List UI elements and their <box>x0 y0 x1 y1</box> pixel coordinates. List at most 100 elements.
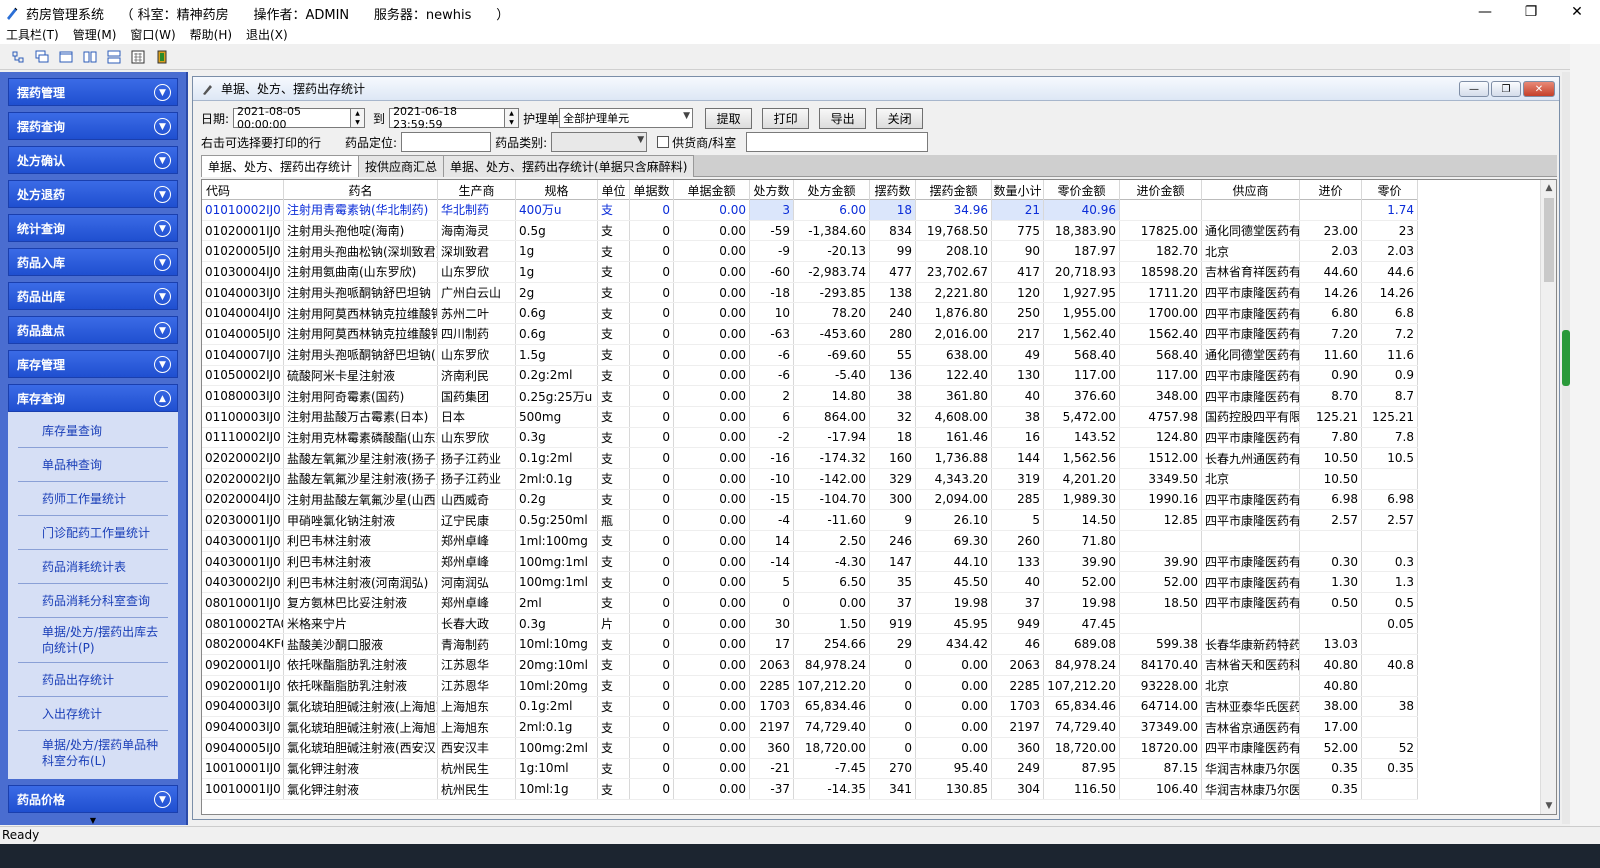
table-row[interactable]: 01010002IJ0 注射用青霉素钠(华北制药) 华北制药 400万u 支 0 0.00 3… <box>202 200 1418 221</box>
close-button[interactable]: ✕ <box>1554 0 1600 24</box>
table-row[interactable]: 01030004IJ0 注射用氨曲南(山东罗欣) 山东罗欣 1g 支 0 0.00 -60 -2… <box>202 262 1418 283</box>
sidebar-group-drug-in[interactable]: 药品入库 ▼ <box>8 248 178 276</box>
drug-locate-input[interactable] <box>401 132 492 152</box>
table-row[interactable]: 02020002IJ0 盐酸左氧氟沙星注射液(扬子) 扬子江药业 2ml:0.1g 支 0… <box>202 468 1418 490</box>
column-header[interactable]: 处方金额 <box>794 180 870 200</box>
sidebar-group-stat-query[interactable]: 统计查询 ▼ <box>8 214 178 242</box>
column-header[interactable]: 进价 <box>1300 180 1362 200</box>
table-row[interactable]: 01110002IJ0 注射用克林霉素磷酸酯(山东罗 山东罗欣 0.3g 支 0 0.00-… <box>202 427 1418 449</box>
column-header[interactable]: 摆药金额 <box>916 180 992 200</box>
menu-help[interactable]: 帮助(H) <box>190 26 232 43</box>
export-button[interactable]: 导出 <box>819 107 867 129</box>
scroll-thumb[interactable] <box>1544 198 1554 282</box>
table-row[interactable]: 01020005IJ0 注射用头孢曲松钠(深圳致君) 深圳致君 1g 支 0 0.00 -9-… <box>202 241 1418 263</box>
column-header[interactable]: 供应商 <box>1202 180 1300 200</box>
table-row[interactable]: 02020002IJ0 盐酸左氧氟沙星注射液(扬子) 扬子江药业 0.1g:2ml 支 0… <box>202 448 1418 469</box>
column-header[interactable]: 单据金额 <box>674 180 750 200</box>
column-header[interactable]: 数量小计 <box>992 180 1044 200</box>
table-row[interactable]: 09040003IJ0 氯化琥珀胆碱注射液(上海旭东 上海旭东 0.1g:2ml 支 0 0… <box>202 696 1418 718</box>
column-header[interactable]: 生产商 <box>438 180 516 200</box>
column-header[interactable]: 处方数 <box>750 180 794 200</box>
sidebar-item-dept-distribution[interactable]: 单据/处方/摆药单品种科室分布(L) <box>18 731 168 775</box>
date-to-input[interactable]: 2021-06-18 23:59:59 <box>389 105 506 131</box>
sidebar-group-prescription-confirm[interactable]: 处方确认 ▼ <box>8 146 178 174</box>
menu-window[interactable]: 窗口(W) <box>130 26 175 43</box>
child-restore-button[interactable]: ❐ <box>1491 81 1521 97</box>
date-from-input[interactable]: 2021-08-05 00:00:00 <box>233 105 352 131</box>
sidebar-item-consumption[interactable]: 药品消耗统计表 <box>18 550 168 584</box>
scroll-up-icon[interactable]: ▲ <box>1541 180 1556 196</box>
table-row[interactable]: 09020001IJ0 依托咪酯脂肪乳注射液 江苏恩华 10ml:20mg 支 0 0.00… <box>202 675 1418 697</box>
table-row[interactable]: 02020004IJ0 注射用盐酸左氧氟沙星(山西 山西威奇 0.2g 支 0 0.00 -1… <box>202 489 1418 511</box>
sidebar-group-prescription-return[interactable]: 处方退药 ▼ <box>8 180 178 208</box>
sidebar-item-single-drug[interactable]: 单品种查询 <box>18 448 168 482</box>
print-button[interactable]: 打印 <box>762 107 810 129</box>
date-from-spinner[interactable]: ▲ ▼ <box>351 108 366 128</box>
window-icon[interactable] <box>56 47 76 67</box>
sidebar-item-consumption-dept[interactable]: 药品消耗分科室查询 <box>18 584 168 618</box>
child-close-button[interactable]: ✕ <box>1523 81 1555 97</box>
table-row[interactable]: 04030001IJ0 利巴韦林注射液 郑州卓峰 100mg:1ml 支 0 0.00 -14… <box>202 551 1418 573</box>
table-row[interactable]: 09020001IJ0 依托咪酯脂肪乳注射液 江苏恩华 20mg:10ml 支 0 0.00… <box>202 655 1418 676</box>
calculator-icon[interactable] <box>128 47 148 67</box>
table-row[interactable]: 09040005IJ0 氯化琥珀胆碱注射液(西安汉 西安汉丰 100mg:2ml 支 0 0… <box>202 737 1418 759</box>
column-header[interactable]: 单据数 <box>630 180 674 200</box>
minimize-button[interactable]: — <box>1462 0 1508 24</box>
drug-category-select[interactable]: ▼ <box>551 132 648 152</box>
column-header[interactable]: 药名 <box>284 180 438 200</box>
table-row[interactable]: 04030002IJ0 利巴韦林注射液(河南润弘) 河南润弘 100mg:1ml 支 0 0… <box>202 572 1418 594</box>
sidebar-scroll-down-icon[interactable]: ▼ <box>0 815 186 825</box>
menu-exit[interactable]: 退出(X) <box>246 26 288 43</box>
cascade-icon[interactable] <box>32 47 52 67</box>
table-row[interactable]: 01040005IJ0 注射用阿莫西林钠克拉维酸钾 四川制药 0.6g 支 0 0.00 -6… <box>202 324 1418 345</box>
table-row[interactable]: 04030001IJ0 利巴韦林注射液 郑州卓峰 1ml:100mg 支 0 0.00 14 2… <box>202 531 1418 552</box>
tile-vertical-icon[interactable] <box>80 47 100 67</box>
exit-door-icon[interactable] <box>152 47 172 67</box>
table-row[interactable]: 09040003IJ0 氯化琥珀胆碱注射液(上海旭东 上海旭东 2ml:0.1g 支 0 0… <box>202 717 1418 738</box>
sidebar-item-pharmacist-workload[interactable]: 药师工作量统计 <box>18 482 168 516</box>
nursing-unit-select[interactable]: 全部护理单元 ▼ <box>559 108 694 128</box>
supplier-checkbox[interactable] <box>657 136 670 148</box>
table-row[interactable]: 01100003IJ0 注射用盐酸万古霉素(日本) 日本 500mg 支 0 0.00 6 86… <box>202 406 1418 428</box>
column-header[interactable]: 摆药数 <box>870 180 916 200</box>
sidebar-group-drug-inventory[interactable]: 药品盘点 ▼ <box>8 316 178 344</box>
sidebar-item-outpatient-workload[interactable]: 门诊配药工作量统计 <box>18 516 168 550</box>
tab-stat[interactable]: 单据、处方、摆药出存统计 <box>201 155 360 177</box>
sidebar-item-in-out-stat[interactable]: 入出存统计 <box>18 697 168 731</box>
sidebar-group-dispense-query[interactable]: 摆药查询 ▼ <box>8 112 178 140</box>
table-row[interactable]: 01020001IJ0 注射用头孢他啶(海南) 海南海灵 0.5g 支 0 0.00 -59-… <box>202 220 1418 242</box>
table-row[interactable]: 08010002TA0 米格来宁片 长春大政 0.3g 片 0 0.00 30 1.50 919 4… <box>202 613 1418 635</box>
table-row[interactable]: 02030001IJ0 甲硝唑氯化钠注射液 辽宁民康 0.5g:250ml 瓶 0 0.00… <box>202 510 1418 531</box>
menu-tools[interactable]: 工具栏(T) <box>6 26 59 43</box>
maximize-button[interactable]: ❐ <box>1508 0 1554 24</box>
extract-button[interactable]: 提取 <box>705 107 753 129</box>
tile-horizontal-icon[interactable] <box>104 47 124 67</box>
sidebar-group-drug-out[interactable]: 药品出库 ▼ <box>8 282 178 310</box>
column-header[interactable]: 规格 <box>516 180 598 200</box>
supplier-input[interactable] <box>746 132 929 152</box>
sidebar-item-outflow-stat[interactable]: 单据/处方/摆药出库去向统计(P) <box>18 618 168 663</box>
scroll-down-icon[interactable]: ▼ <box>1541 798 1556 814</box>
outer-scrollbar[interactable] <box>1562 72 1570 824</box>
table-row[interactable]: 01040003IJ0 注射用头孢哌酮钠舒巴坦钠 广州白云山 2g 支 0 0.00 -18-… <box>202 282 1418 304</box>
table-row[interactable]: 10010001IJ0 氯化钾注射液 杭州民生 10ml:1g 支 0 0.00 -37 -14… <box>202 779 1418 800</box>
table-row[interactable]: 08010001IJ0 复方氨林巴比妥注射液 郑州卓峰 2ml 支 0 0.00 0 0.00 3… <box>202 593 1418 614</box>
menu-manage[interactable]: 管理(M) <box>73 26 117 43</box>
sidebar-group-drug-price[interactable]: 药品价格 ▼ <box>8 785 178 813</box>
table-row[interactable]: 01050002IJ0 硫酸阿米卡星注射液 济南利民 0.2g:2ml 支 0 0.00 -6… <box>202 365 1418 387</box>
date-to-spinner[interactable]: ▲ ▼ <box>505 108 520 128</box>
sidebar-item-stock-qty[interactable]: 库存量查询 <box>18 414 168 448</box>
tree-icon[interactable] <box>8 47 28 67</box>
sidebar-item-drug-stock-stat[interactable]: 药品出存统计 <box>18 663 168 697</box>
table-row[interactable]: 01040007IJ0 注射用头孢哌酮钠舒巴坦钠(山东罗欣 1.5g 支 0 0.00 -6… <box>202 344 1418 366</box>
column-header[interactable]: 零价 <box>1362 180 1418 200</box>
table-row[interactable]: 10010001IJ0 氯化钾注射液 杭州民生 1g:10ml 支 0 0.00 -21 -7.… <box>202 758 1418 780</box>
tab-by-supplier[interactable]: 按供应商汇总 <box>358 155 445 177</box>
sidebar-group-dispense-manage[interactable]: 摆药管理 ▼ <box>8 78 178 106</box>
tab-stat-narcotic[interactable]: 单据、处方、摆药出存统计(单据只含麻醉料) <box>443 155 695 177</box>
sidebar-group-stock-manage[interactable]: 库存管理 ▼ <box>8 350 178 378</box>
column-header[interactable]: 单位 <box>598 180 630 200</box>
table-row[interactable]: 01040004IJ0 注射用阿莫西林钠克拉维酸钾 苏州二叶 0.6g 支 0 0.00 10… <box>202 303 1418 325</box>
close-window-button[interactable]: 关闭 <box>876 107 924 129</box>
outer-scroll-thumb[interactable] <box>1562 330 1570 386</box>
